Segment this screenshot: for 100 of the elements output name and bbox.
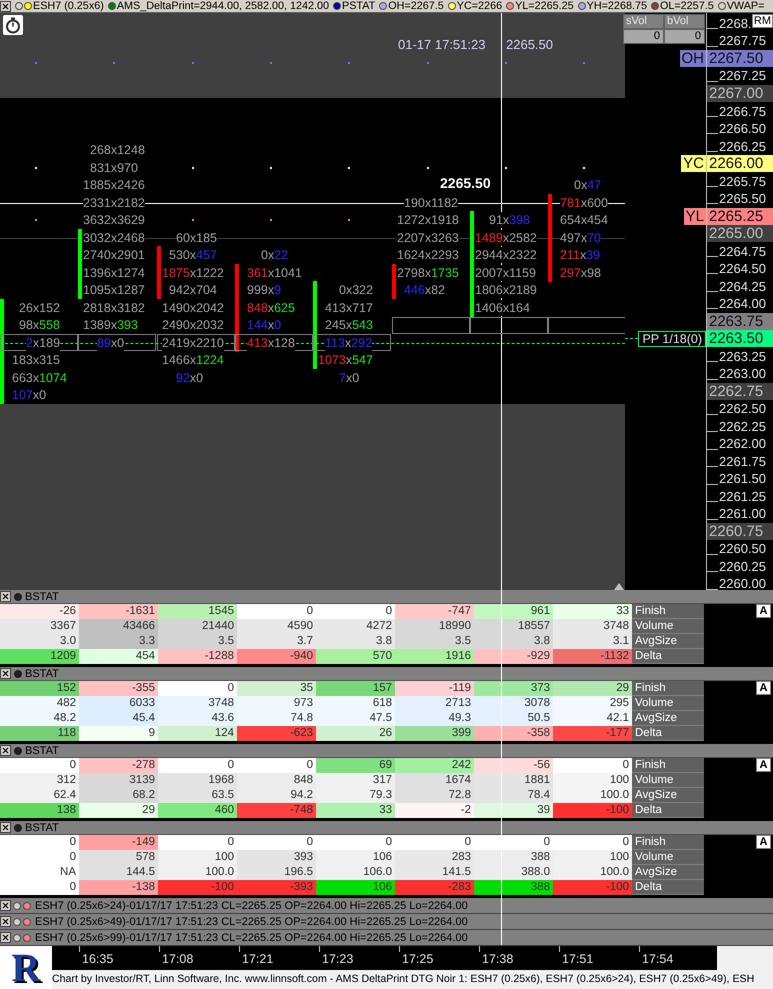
- auto-button[interactable]: A: [756, 681, 771, 695]
- table-cell: 106: [316, 880, 395, 895]
- table-cell: 3.1: [553, 634, 632, 649]
- price-label: 2262.25: [718, 418, 766, 434]
- close-icon[interactable]: [0, 668, 11, 679]
- table-cell: 157: [316, 681, 395, 696]
- triangle-icon[interactable]: [614, 583, 624, 590]
- table-cell: 79.3: [316, 788, 395, 803]
- table-cell: -747: [395, 604, 474, 619]
- table-cell: 0: [158, 835, 237, 850]
- table-cell: 78.4: [474, 788, 553, 803]
- close-icon[interactable]: [0, 932, 11, 943]
- table-cell: 3139: [79, 773, 158, 788]
- table-cell: 3.8: [474, 634, 553, 649]
- table-cell: 62.4: [0, 788, 79, 803]
- table-cell: 63.5: [158, 788, 237, 803]
- table-cell: 3.3: [79, 634, 158, 649]
- crosshair-price-label: 2265.50: [440, 174, 491, 191]
- table-cell: 72.8: [395, 788, 474, 803]
- level-tag: OH: [680, 50, 706, 67]
- row-label: AvgSize: [632, 634, 704, 649]
- auto-button[interactable]: A: [756, 758, 771, 772]
- close-icon[interactable]: [0, 916, 11, 927]
- row-label: Delta: [632, 880, 704, 895]
- auto-button[interactable]: A: [756, 835, 771, 849]
- table-cell: 388: [474, 850, 553, 865]
- table-cell: 4272: [316, 619, 395, 634]
- table-cell: 152: [0, 681, 79, 696]
- price-label: 2266.75: [718, 104, 766, 119]
- table-cell: 1674: [395, 773, 474, 788]
- panel-title: BSTAT: [25, 668, 59, 680]
- table-cell: NA: [0, 865, 79, 880]
- table-cell: 100: [553, 773, 632, 788]
- price-label: 2265.50: [718, 191, 766, 206]
- price-label: 2267.25: [718, 68, 766, 84]
- stopwatch-icon[interactable]: [3, 15, 23, 35]
- table-cell: 0: [0, 880, 79, 895]
- crosshair-time: 01-17 17:51:23: [398, 37, 486, 52]
- table-cell: 3078: [474, 696, 553, 711]
- price-label: 2264.75: [718, 244, 766, 259]
- rm-button[interactable]: RM: [752, 14, 773, 28]
- table-cell: 1209: [0, 649, 79, 664]
- table-cell: 3.0: [0, 634, 79, 649]
- table-cell: 3748: [158, 696, 237, 711]
- footprint-cell: 89x0: [97, 335, 124, 351]
- table-cell: 578: [79, 850, 158, 865]
- legend-label: YL=2265.25: [515, 0, 574, 12]
- table-cell: 141.5: [395, 865, 474, 880]
- table-cell: 100.0: [158, 865, 237, 880]
- price-label: 2260.75: [707, 522, 773, 540]
- table-cell: 48.2: [0, 711, 79, 726]
- table-cell: 0: [316, 604, 395, 619]
- price-label: 2262.00: [718, 436, 766, 452]
- price-label: 2265.00: [707, 225, 773, 242]
- time-label: 17:21: [242, 952, 274, 966]
- footer-text: Chart by Investor/RT, Linn Software, Inc. www.linnsoft.com - AMS DeltaPrint DTG Noir 1: ESH7 (0.25x6), ESH7 (0.25x6>24), ESH7 (0.25x6>49), ESH: [52, 970, 773, 989]
- footprint-cell: 1806x2189: [475, 282, 537, 298]
- legend-label: OL=2257.5: [660, 0, 714, 12]
- close-icon[interactable]: [0, 0, 11, 12]
- footprint-cell: 91x398: [489, 212, 530, 228]
- study-label: ESH7 (0.25x6>24)-01/17/17 17:51:23 CL=2265.25 OP=2264.00 Hi=2265.25 Lo=2264.00: [35, 900, 468, 912]
- table-cell: 29: [79, 803, 158, 818]
- table-cell: -2: [395, 803, 474, 818]
- close-icon[interactable]: [0, 900, 11, 911]
- table-cell: 1545: [158, 604, 237, 619]
- table-cell: 242: [395, 758, 474, 773]
- close-icon[interactable]: [0, 822, 11, 833]
- table-cell: -56: [474, 758, 553, 773]
- table-cell: 43466: [79, 619, 158, 634]
- table-cell: 618: [316, 696, 395, 711]
- table-cell: -283: [395, 880, 474, 895]
- row-label: Delta: [632, 803, 704, 818]
- table-cell: 0: [158, 758, 237, 773]
- table-cell: 100: [158, 850, 237, 865]
- table-cell: 29: [553, 681, 632, 696]
- price-label: 2263.25: [718, 348, 766, 364]
- table-cell: 848: [237, 773, 316, 788]
- price-label: 2268.: [718, 16, 752, 31]
- row-label: Volume: [632, 619, 704, 634]
- table-cell: 42.1: [553, 711, 632, 726]
- auto-button[interactable]: A: [756, 604, 771, 618]
- close-icon[interactable]: [0, 591, 11, 602]
- legend-label: YC=2266: [456, 0, 502, 12]
- footprint-cell: 2944x2322: [475, 247, 537, 263]
- price-label: 2267.50: [707, 50, 773, 67]
- price-label: 2263.00: [718, 366, 766, 382]
- table-cell: 49.3: [395, 711, 474, 726]
- footprint-cell: 413x128: [247, 335, 295, 351]
- table-cell: 6033: [79, 696, 158, 711]
- table-cell: 118: [0, 726, 79, 741]
- price-label: 2262.75: [707, 382, 773, 400]
- table-cell: -393: [237, 880, 316, 895]
- table-cell: 18557: [474, 619, 553, 634]
- table-cell: 973: [237, 696, 316, 711]
- table-cell: 39: [474, 803, 553, 818]
- row-label: Finish: [632, 758, 704, 773]
- table-cell: -1288: [158, 649, 237, 664]
- close-icon[interactable]: [0, 745, 11, 756]
- price-label: 2261.75: [718, 454, 766, 469]
- table-cell: 0: [0, 850, 79, 865]
